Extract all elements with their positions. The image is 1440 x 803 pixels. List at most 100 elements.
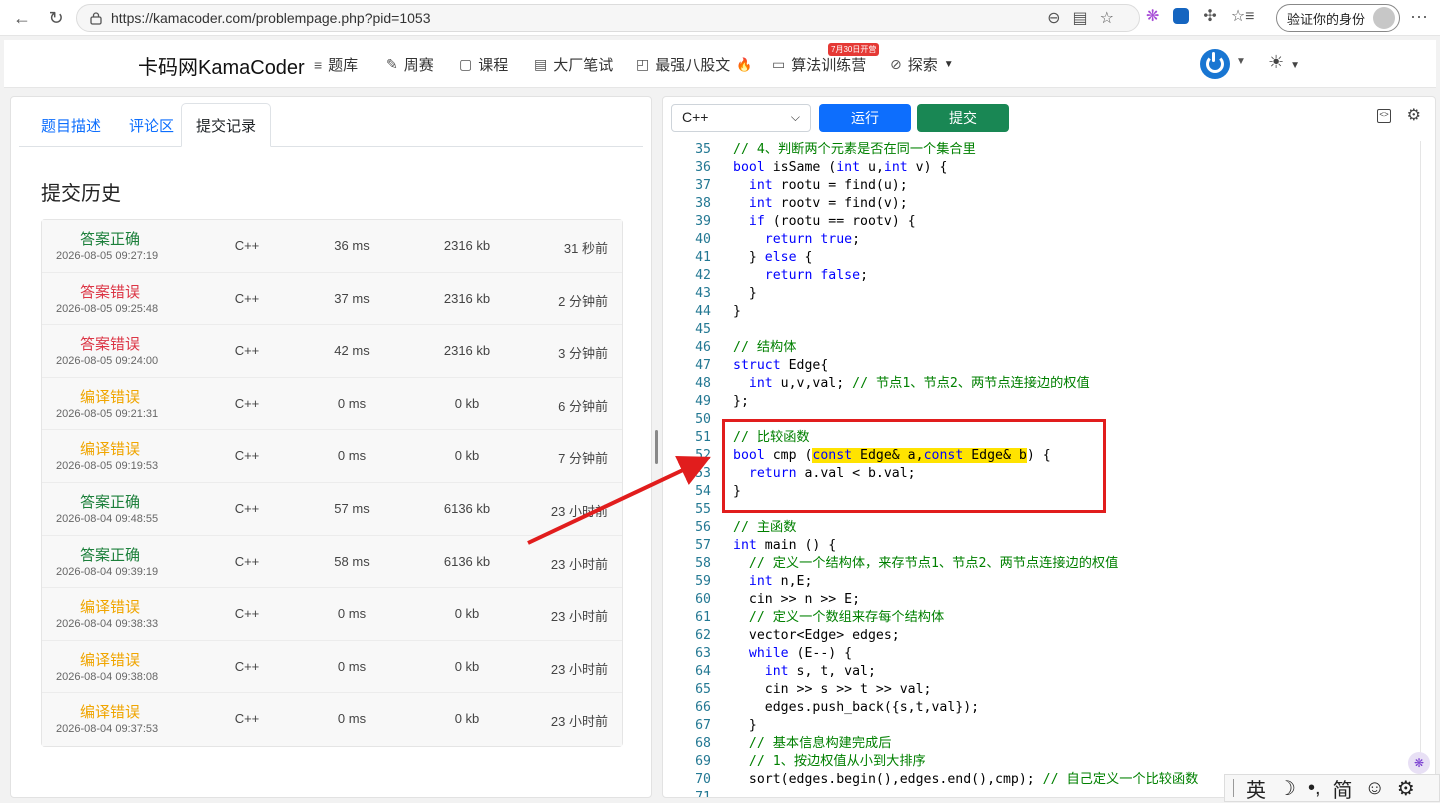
submission-timestamp: 2026-08-04 09:37:53: [56, 723, 159, 736]
table-row[interactable]: 答案正确 2026-08-04 09:48:55 C++ 57 ms 6136 kb 23…: [42, 482, 622, 536]
submission-timestamp: 2026-08-05 09:25:48: [56, 302, 159, 315]
submission-status: 答案正确: [79, 546, 140, 564]
ime-language-toggle[interactable]: 英: [1246, 774, 1266, 803]
nav-problems[interactable]: ≡ 题库: [314, 54, 358, 75]
language-value: C++: [682, 109, 709, 125]
theme-toggle-icon[interactable]: ☀ ▼: [1268, 52, 1300, 73]
line-number: 54: [695, 484, 711, 499]
ime-mode-toggle[interactable]: 简: [1333, 774, 1353, 803]
line-number: 39: [695, 214, 711, 229]
resize-handle[interactable]: [655, 430, 658, 464]
line-number: 45: [695, 322, 711, 337]
chevron-down-icon: ⌵: [790, 110, 800, 124]
punctuation-toggle[interactable]: •,: [1308, 777, 1321, 800]
nav-camp-label: 算法训练营: [791, 57, 867, 74]
favorites-bar-icon[interactable]: ☆≡: [1231, 6, 1255, 26]
address-bar[interactable]: https://kamacoder.com/problempage.php?pi…: [76, 4, 1140, 32]
assistant-icon[interactable]: ❋: [1408, 752, 1430, 774]
site-header: 卡码网KamaCoder ≡ 题库 ✎ 周赛 ▢ 课程 ▤ 大厂笔试 ◰ 最强八股文 🔥 ▭…: [4, 40, 1436, 88]
nav-weekly[interactable]: ✎ 周赛: [386, 54, 434, 75]
submission-timestamp: 2026-08-05 09:27:19: [56, 250, 159, 262]
table-row[interactable]: 编译错误 2026-08-05 09:21:31 C++ 0 ms 0 kb 6 分钟前: [42, 377, 622, 431]
url-actions: ⊖ ▤ ☆: [1047, 8, 1114, 28]
back-icon[interactable]: ←: [8, 4, 36, 32]
emoji-icon[interactable]: ☺: [1365, 777, 1385, 800]
table-row[interactable]: 编译错误 2026-08-04 09:37:53 C++ 0 ms 0 kb 23 小时前: [42, 693, 622, 746]
chevron-down-icon: ▼: [943, 59, 954, 70]
more-menu-icon[interactable]: ···: [1410, 6, 1428, 27]
editor-scrollbar[interactable]: [1420, 141, 1421, 797]
nav-interview[interactable]: ◰ 最强八股文 🔥: [636, 54, 752, 75]
reload-icon[interactable]: ↻: [42, 4, 70, 32]
submission-language: C++: [234, 658, 260, 674]
gear-icon[interactable]: ⚙: [1407, 105, 1421, 125]
annotation-box: [722, 419, 1106, 513]
screen-icon: ◰: [636, 56, 650, 72]
submission-status: 答案正确: [79, 493, 140, 511]
line-number: 56: [695, 520, 711, 535]
submission-memory: 0 kb: [454, 658, 480, 674]
submission-runtime: 0 ms: [337, 658, 367, 674]
nav-camp[interactable]: ▭ 算法训练营: [772, 54, 866, 75]
puzzle-icon[interactable]: ✣: [1203, 6, 1216, 26]
line-number: 63: [695, 646, 711, 661]
line-number: 35: [695, 142, 711, 157]
line-number: 51: [695, 430, 711, 445]
tab-description[interactable]: 题目描述: [27, 103, 115, 147]
submission-memory: 0 kb: [454, 711, 480, 727]
run-button[interactable]: 运行: [819, 104, 911, 132]
submission-language: C++: [234, 395, 260, 411]
table-row[interactable]: 答案正确 2026-08-04 09:39:19 C++ 58 ms 6136 kb 23…: [42, 535, 622, 589]
zoom-icon[interactable]: ⊖: [1047, 8, 1060, 28]
problem-tabs: 题目描述 评论区 提交记录: [19, 103, 643, 147]
line-number: 37: [695, 178, 711, 193]
reader-icon[interactable]: ▤: [1073, 8, 1088, 28]
submission-language: C++: [234, 606, 260, 622]
code-text: int s, t, val;: [764, 664, 876, 679]
moon-icon[interactable]: ☽: [1278, 776, 1296, 801]
favorite-star-icon[interactable]: ☆: [1100, 8, 1114, 28]
code-text: bool isSame (int u,int v) {: [733, 160, 948, 175]
submission-table: 答案正确 2026-08-05 09:27:19 C++ 36 ms 2316 kb 31…: [41, 219, 623, 747]
submission-memory: 0 kb: [454, 448, 480, 464]
submission-status: 答案错误: [79, 283, 140, 301]
blue-extension-icon[interactable]: [1173, 8, 1190, 24]
code-icon[interactable]: <>: [1377, 109, 1391, 123]
submission-memory: 2316 kb: [443, 238, 491, 253]
code-text: // 4、判断两个元素是否在同一个集合里: [733, 142, 976, 157]
table-row[interactable]: 答案正确 2026-08-05 09:27:19 C++ 36 ms 2316 kb 31…: [42, 220, 622, 273]
code-text: sort(edges.begin(),edges.end(),cmp); // …: [733, 772, 1199, 787]
brain-extension-icon[interactable]: ❋: [1146, 6, 1159, 26]
ime-divider: [1233, 779, 1234, 797]
submission-memory: 0 kb: [454, 606, 480, 622]
line-number: 41: [695, 250, 711, 265]
extensions-area: ❋ ✣ ☆≡: [1146, 6, 1255, 26]
code-text: };: [733, 394, 749, 409]
table-row[interactable]: 编译错误 2026-08-04 09:38:08 C++ 0 ms 0 kb 23 小时前: [42, 640, 622, 694]
submit-button[interactable]: 提交: [917, 104, 1009, 132]
language-select[interactable]: C++ ⌵: [671, 104, 811, 132]
submission-status: 编译错误: [79, 651, 140, 669]
table-row[interactable]: 编译错误 2026-08-04 09:38:33 C++ 0 ms 0 kb 23 小时前: [42, 588, 622, 641]
table-row[interactable]: 答案错误 2026-08-05 09:25:48 C++ 37 ms 2316 kb 2 …: [42, 272, 622, 326]
pencil-icon: ✎: [386, 56, 398, 72]
verify-identity-button[interactable]: 验证你的身份: [1275, 4, 1400, 32]
nav-explore[interactable]: ⊘ 探索 ▼: [890, 54, 954, 75]
submission-age: 23 小时前: [550, 609, 608, 625]
tab-submissions[interactable]: 提交记录: [181, 103, 272, 147]
chevron-down-icon[interactable]: ▼: [1236, 56, 1246, 67]
line-number: 65: [695, 682, 711, 697]
submission-age: 23 小时前: [550, 714, 608, 730]
line-number: 48: [695, 376, 711, 391]
tab-comments[interactable]: 评论区: [115, 103, 188, 147]
line-number: 71: [677, 789, 711, 797]
ime-settings-icon[interactable]: ⚙: [1397, 776, 1415, 801]
nav-exams[interactable]: ▤ 大厂笔试: [534, 54, 613, 75]
submission-runtime: 36 ms: [334, 238, 370, 253]
user-menu-icon[interactable]: [1200, 49, 1230, 79]
site-brand[interactable]: 卡码网KamaCoder: [138, 51, 305, 80]
table-row[interactable]: 答案错误 2026-08-05 09:24:00 C++ 42 ms 2316 kb 3 …: [42, 325, 622, 378]
table-row[interactable]: 编译错误 2026-08-05 09:19:53 C++ 0 ms 0 kb 7 分钟前: [42, 430, 622, 483]
line-number: 46: [695, 340, 711, 355]
nav-courses[interactable]: ▢ 课程: [459, 54, 508, 75]
